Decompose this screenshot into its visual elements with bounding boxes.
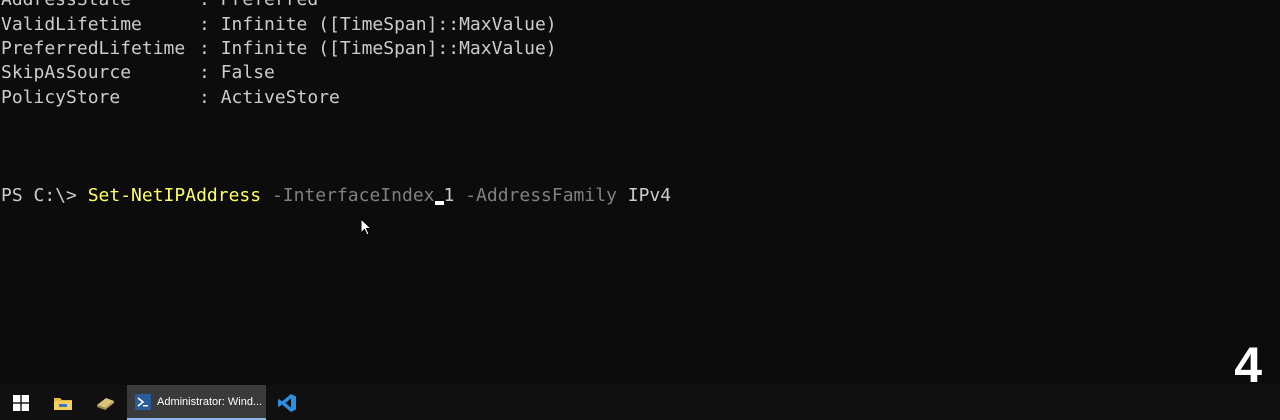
- prompt: PS C:\>: [1, 185, 88, 206]
- parameter-interface-index: -InterfaceIndex: [271, 185, 435, 206]
- cmdlet-name: Set-NetIPAddress: [87, 185, 262, 206]
- output-line: SkipAsSource: False: [1, 61, 275, 85]
- property-separator: :: [199, 62, 221, 83]
- windows-logo-icon: [13, 394, 29, 411]
- taskbar-app-label: Administrator: Wind...: [157, 395, 263, 408]
- property-value: Infinite ([TimeSpan]::MaxValue): [220, 38, 557, 59]
- vscode-button[interactable]: [266, 385, 308, 420]
- output-line: ValidLifetime: Infinite ([TimeSpan]::Max…: [1, 13, 557, 37]
- property-separator: :: [199, 87, 221, 108]
- tool-button[interactable]: [84, 385, 126, 420]
- output-line: PolicyStore: ActiveStore: [1, 86, 340, 110]
- text-cursor: [434, 201, 444, 205]
- taskbar-app-powershell[interactable]: Administrator: Wind...: [127, 385, 266, 420]
- argument-address-family: IPv4: [627, 185, 672, 206]
- output-line: AddressState: Preferred: [1, 0, 318, 12]
- property-name: SkipAsSource: [1, 62, 132, 83]
- parameter-address-family: -AddressFamily: [465, 185, 617, 206]
- argument-interface-index: 1: [443, 185, 455, 206]
- property-name: PolicyStore: [1, 87, 121, 108]
- property-name: AddressState: [1, 0, 199, 12]
- property-separator: :: [199, 14, 221, 35]
- mouse-pointer-icon: [360, 218, 372, 236]
- property-value: ActiveStore: [220, 87, 340, 108]
- property-separator: :: [199, 38, 221, 59]
- folder-icon: [54, 397, 72, 410]
- property-name: ValidLifetime: [1, 14, 142, 35]
- property-separator: :: [199, 0, 221, 10]
- vscode-icon: [278, 393, 296, 412]
- output-line: PreferredLifetime: Infinite ([TimeSpan]:…: [1, 37, 557, 61]
- step-number-badge: 4: [1234, 337, 1262, 393]
- powershell-icon: [135, 393, 151, 410]
- property-value: False: [220, 62, 275, 83]
- file-explorer-button[interactable]: [42, 385, 84, 420]
- eraser-icon: [97, 397, 114, 410]
- property-value: Preferred: [221, 0, 319, 10]
- command-line[interactable]: PS C:\> Set-NetIPAddress -InterfaceIndex…: [1, 184, 671, 208]
- start-button[interactable]: [0, 385, 42, 420]
- powershell-console[interactable]: AddressState: Preferred ValidLifetime: I…: [0, 0, 1280, 385]
- property-name: PreferredLifetime: [1, 38, 186, 59]
- property-value: Infinite ([TimeSpan]::MaxValue): [220, 14, 557, 35]
- taskbar: Administrator: Wind...: [0, 385, 1280, 420]
